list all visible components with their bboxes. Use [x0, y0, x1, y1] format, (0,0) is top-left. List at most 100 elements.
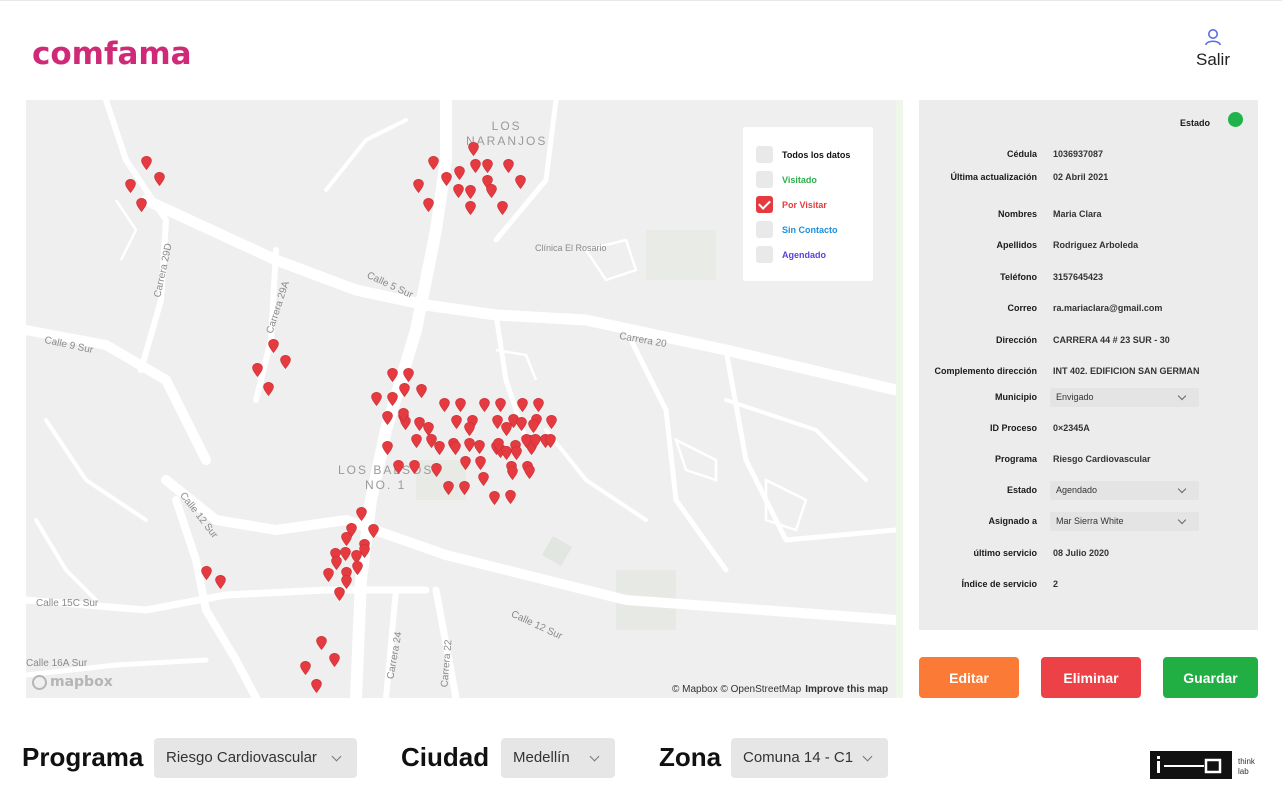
map-marker-icon[interactable]: [527, 419, 539, 433]
map-marker-icon[interactable]: [386, 368, 398, 382]
zona-select[interactable]: Comuna 14 - C1: [731, 738, 888, 778]
programa-select[interactable]: Riesgo Cardiovascular: [154, 738, 357, 778]
map-marker-icon[interactable]: [545, 415, 557, 429]
map-marker-icon[interactable]: [430, 463, 442, 477]
map-marker-icon[interactable]: [467, 142, 479, 156]
map-marker-icon[interactable]: [262, 382, 274, 396]
map-marker-icon[interactable]: [473, 440, 485, 454]
legend-checkbox[interactable]: [756, 171, 773, 188]
map-marker-icon[interactable]: [477, 472, 489, 486]
map-marker-icon[interactable]: [135, 198, 147, 212]
improve-map-link[interactable]: Improve this map: [805, 684, 888, 695]
map-marker-icon[interactable]: [140, 156, 152, 170]
map-marker-icon[interactable]: [410, 434, 422, 448]
legend-checkbox[interactable]: [756, 221, 773, 238]
map-marker-icon[interactable]: [398, 383, 410, 397]
map-marker-icon[interactable]: [367, 524, 379, 538]
map-marker-icon[interactable]: [153, 172, 165, 186]
map-marker-icon[interactable]: [322, 568, 334, 582]
map-marker-icon[interactable]: [478, 398, 490, 412]
map-marker-icon[interactable]: [458, 481, 470, 495]
legend-item-sin-contacto[interactable]: Sin Contacto: [756, 221, 838, 238]
map-marker-icon[interactable]: [516, 398, 528, 412]
map-marker-icon[interactable]: [351, 561, 363, 575]
edit-button[interactable]: Editar: [919, 657, 1019, 698]
map-marker-icon[interactable]: [529, 434, 541, 448]
legend-item-agendado[interactable]: Agendado: [756, 246, 826, 263]
map-marker-icon[interactable]: [438, 398, 450, 412]
map-marker-icon[interactable]: [381, 411, 393, 425]
map-marker-icon[interactable]: [427, 156, 439, 170]
map-marker-icon[interactable]: [544, 434, 556, 448]
map-marker-icon[interactable]: [386, 392, 398, 406]
map-marker-icon[interactable]: [496, 201, 508, 215]
map-marker-icon[interactable]: [469, 159, 481, 173]
map-marker-icon[interactable]: [333, 587, 345, 601]
map-marker-icon[interactable]: [392, 460, 404, 474]
map-marker-icon[interactable]: [452, 184, 464, 198]
map-marker-icon[interactable]: [449, 441, 461, 455]
legend-checkbox[interactable]: [756, 246, 773, 263]
map-marker-icon[interactable]: [412, 179, 424, 193]
map-marker-icon[interactable]: [488, 491, 500, 505]
map-marker-icon[interactable]: [485, 184, 497, 198]
legend-checkbox-checked[interactable]: [756, 196, 773, 213]
map-marker-icon[interactable]: [510, 446, 522, 460]
map-marker-icon[interactable]: [514, 175, 526, 189]
map-marker-icon[interactable]: [453, 166, 465, 180]
map-marker-icon[interactable]: [200, 566, 212, 580]
map-marker-icon[interactable]: [279, 355, 291, 369]
ciudad-select[interactable]: Medellín: [501, 738, 615, 778]
map-marker-icon[interactable]: [515, 417, 527, 431]
map-marker-icon[interactable]: [464, 201, 476, 215]
map-marker-icon[interactable]: [402, 368, 414, 382]
map-marker-icon[interactable]: [506, 466, 518, 480]
map-marker-icon[interactable]: [474, 456, 486, 470]
map-marker-icon[interactable]: [504, 490, 516, 504]
map-marker-icon[interactable]: [463, 422, 475, 436]
map-marker-icon[interactable]: [459, 456, 471, 470]
map-marker-icon[interactable]: [355, 507, 367, 521]
legend-item-visitado[interactable]: Visitado: [756, 171, 817, 188]
legend-item-todos[interactable]: Todos los datos: [756, 146, 850, 163]
map-marker-icon[interactable]: [500, 422, 512, 436]
map-marker-icon[interactable]: [381, 441, 393, 455]
map-marker-icon[interactable]: [464, 185, 476, 199]
map-marker-icon[interactable]: [267, 339, 279, 353]
map-marker-icon[interactable]: [415, 384, 427, 398]
map-marker-icon[interactable]: [214, 575, 226, 589]
map-marker-icon[interactable]: [500, 446, 512, 460]
map-marker-icon[interactable]: [340, 532, 352, 546]
save-button[interactable]: Guardar: [1163, 657, 1258, 698]
map-marker-icon[interactable]: [523, 465, 535, 479]
comfama-logo[interactable]: comfama: [32, 36, 192, 72]
map-marker-icon[interactable]: [450, 415, 462, 429]
map-marker-icon[interactable]: [315, 636, 327, 650]
map-marker-icon[interactable]: [299, 661, 311, 675]
logout-button[interactable]: Salir: [1188, 28, 1238, 70]
field-select[interactable]: Agendado: [1050, 481, 1199, 500]
map-marker-icon[interactable]: [124, 179, 136, 193]
map-marker-icon[interactable]: [440, 172, 452, 186]
map-marker-icon[interactable]: [422, 198, 434, 212]
map-marker-icon[interactable]: [442, 481, 454, 495]
delete-button[interactable]: Eliminar: [1041, 657, 1141, 698]
attribution-text[interactable]: © Mapbox © OpenStreetMap: [672, 684, 801, 695]
map-marker-icon[interactable]: [494, 398, 506, 412]
map-marker-icon[interactable]: [502, 159, 514, 173]
mapbox-logo[interactable]: mapbox: [32, 674, 113, 690]
map-marker-icon[interactable]: [328, 653, 340, 667]
map-marker-icon[interactable]: [454, 398, 466, 412]
map-marker-icon[interactable]: [251, 363, 263, 377]
map-marker-icon[interactable]: [408, 460, 420, 474]
map-marker-icon[interactable]: [397, 408, 409, 422]
map[interactable]: LOS NARANJOS LOS BALSOS NO. 1 Clínica El…: [26, 100, 896, 698]
field-select[interactable]: Envigado: [1050, 388, 1199, 407]
map-marker-icon[interactable]: [370, 392, 382, 406]
field-select[interactable]: Mar Sierra White: [1050, 512, 1199, 531]
map-marker-icon[interactable]: [481, 159, 493, 173]
map-marker-icon[interactable]: [532, 398, 544, 412]
map-marker-icon[interactable]: [433, 441, 445, 455]
map-marker-icon[interactable]: [310, 679, 322, 693]
map-marker-icon[interactable]: [358, 544, 370, 558]
